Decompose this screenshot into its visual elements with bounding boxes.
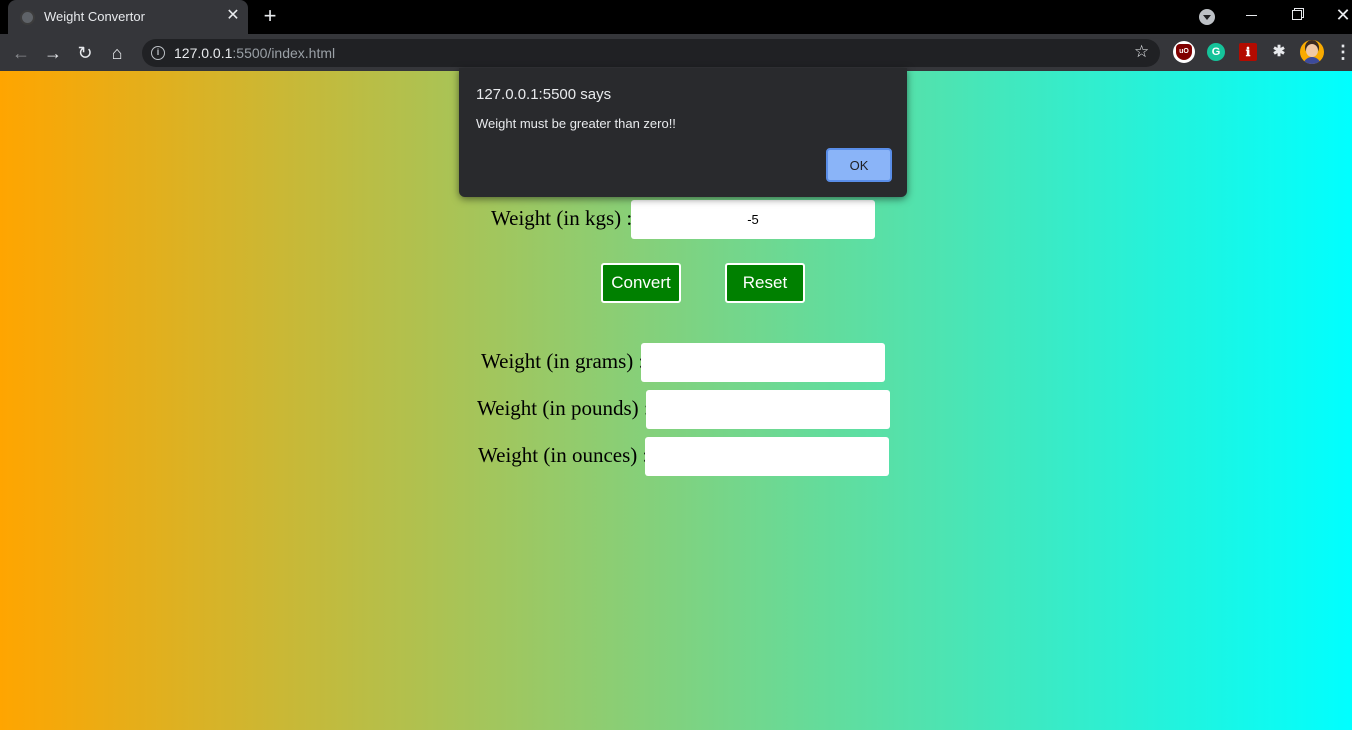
tab-strip: Weight Convertor ✕ + ✕ — [0, 0, 1352, 34]
new-tab-button[interactable]: + — [258, 5, 282, 29]
extensions-puzzle-icon[interactable]: ✱ — [1269, 41, 1289, 63]
pounds-output[interactable] — [646, 390, 890, 429]
pounds-label: Weight (in pounds) : — [477, 396, 650, 420]
url-path: :5500/index.html — [232, 45, 336, 61]
minimize-button[interactable] — [1236, 4, 1266, 26]
url-text[interactable]: 127.0.0.1:5500/index.html — [174, 45, 335, 61]
alert-dialog: 127.0.0.1:5500 says Weight must be great… — [459, 68, 907, 197]
ounces-output[interactable] — [645, 437, 889, 476]
pdf-extension-icon[interactable]: ℹ — [1239, 43, 1257, 61]
bookmark-star-icon[interactable]: ☆ — [1134, 42, 1149, 62]
address-bar[interactable]: i 127.0.0.1:5500/index.html ☆ — [142, 39, 1160, 67]
info-icon[interactable]: i — [151, 46, 165, 60]
reset-button[interactable]: Reset — [725, 263, 805, 303]
alert-ok-button[interactable]: OK — [826, 148, 892, 182]
tab-title: Weight Convertor — [44, 9, 145, 24]
alert-message: Weight must be greater than zero!! — [476, 116, 676, 131]
url-host: 127.0.0.1 — [174, 45, 233, 61]
alert-title: 127.0.0.1:5500 says — [476, 86, 612, 103]
convert-button[interactable]: Convert — [601, 263, 681, 303]
restore-button[interactable] — [1282, 4, 1312, 26]
browser-toolbar: ← → ↻ ⌂ i 127.0.0.1:5500/index.html ☆ uO… — [0, 34, 1352, 71]
forward-arrow-icon[interactable]: → — [40, 40, 66, 66]
reload-icon[interactable]: ↻ — [72, 40, 98, 66]
kgs-input[interactable] — [631, 200, 875, 239]
close-window-button[interactable]: ✕ — [1328, 4, 1352, 26]
grammarly-extension-icon[interactable]: G — [1207, 43, 1225, 61]
tab-close-icon[interactable]: ✕ — [224, 7, 242, 25]
grams-output[interactable] — [641, 343, 885, 382]
grams-label: Weight (in grams) : — [481, 349, 645, 373]
kgs-label: Weight (in kgs) : — [491, 206, 633, 230]
ublock-extension-icon[interactable]: uO — [1173, 41, 1195, 63]
globe-icon — [20, 10, 35, 25]
browser-menu-icon[interactable]: ⋮ — [1334, 41, 1352, 65]
back-arrow-icon[interactable]: ← — [8, 40, 34, 66]
home-icon[interactable]: ⌂ — [104, 40, 130, 66]
tab-search-icon[interactable] — [1199, 9, 1215, 25]
profile-avatar[interactable] — [1300, 40, 1324, 64]
browser-tab[interactable]: Weight Convertor ✕ — [8, 0, 248, 34]
ounces-label: Weight (in ounces) : — [478, 443, 649, 467]
